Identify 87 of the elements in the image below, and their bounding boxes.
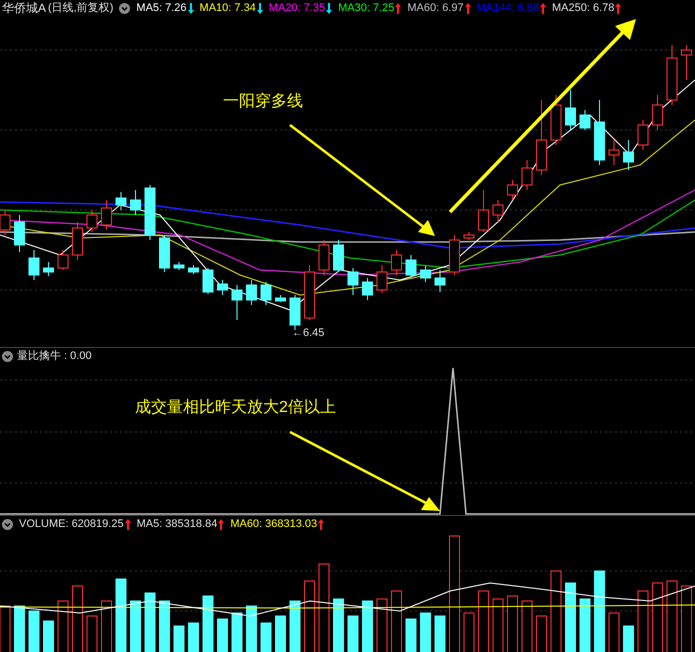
candlestick — [348, 268, 358, 296]
volume-bar — [434, 616, 446, 652]
candlestick — [275, 294, 286, 302]
volume-bar — [246, 606, 257, 652]
candlestick — [333, 240, 344, 272]
indicator-value: VOLUME: 620819.25 — [19, 516, 124, 532]
volume-bar — [362, 600, 373, 652]
candlestick — [202, 268, 214, 294]
volume-bar — [580, 598, 590, 652]
annotation-text: 一阳穿多线 — [223, 92, 303, 112]
candlestick — [318, 240, 330, 276]
candlestick — [608, 140, 620, 166]
candlestick — [478, 190, 489, 232]
volume-bar — [406, 618, 416, 652]
candlestick — [260, 282, 272, 306]
candlestick — [652, 94, 663, 130]
candlestick — [406, 254, 416, 278]
candlestick — [116, 192, 126, 210]
candlestick — [449, 234, 460, 276]
candlestick — [14, 214, 25, 252]
candlestick — [550, 94, 562, 146]
indicator-value: MA30: 7.25 — [338, 0, 394, 16]
candlestick — [304, 264, 315, 320]
volume-bar — [43, 620, 54, 652]
volume-bar — [188, 622, 199, 652]
candlestick — [28, 250, 40, 280]
indicator-title: 量比擒牛 : 0.00 — [17, 348, 92, 364]
indicator-value: MA144: 6.88 — [476, 0, 539, 16]
candlestick — [376, 264, 388, 294]
candlestick — [638, 120, 648, 150]
volume-bar — [28, 610, 40, 652]
volume-bar — [565, 582, 576, 652]
volume-bar — [348, 616, 358, 652]
volume-bar — [260, 622, 272, 652]
candlestick — [72, 222, 83, 260]
volume-bar — [623, 626, 634, 652]
candlestick — [86, 210, 98, 232]
volume-bar — [174, 626, 184, 652]
volume-bar — [159, 600, 170, 652]
candlestick — [580, 110, 590, 130]
volume-bar — [202, 596, 214, 652]
candlestick — [666, 44, 678, 106]
candlestick — [159, 234, 170, 272]
volume-bar — [14, 606, 25, 652]
volume-bar — [275, 616, 286, 652]
indicator-value: MA20: 7.35 — [268, 0, 326, 16]
candlestick — [434, 270, 446, 292]
candlestick — [420, 266, 431, 282]
volume-bar — [290, 600, 300, 652]
candlestick — [391, 250, 402, 276]
candlestick — [594, 100, 605, 166]
candlestick — [464, 232, 474, 240]
indicator-value: MA5: 7.26 — [136, 0, 187, 16]
low-price-label: ←6.45 — [292, 326, 324, 341]
chart-mode-label: (日线,前复权) — [48, 0, 114, 16]
volume-bar — [217, 618, 228, 652]
volume-bar — [144, 592, 156, 652]
candlestick — [522, 160, 532, 190]
candlestick — [565, 90, 576, 130]
candlestick — [507, 180, 518, 200]
indicator-value: MA250: 6.78 — [552, 0, 614, 16]
indicator-value: MA60: 368313.03 — [230, 516, 318, 532]
volume-bar — [333, 598, 344, 652]
candlestick — [362, 278, 373, 300]
chevron-down-icon[interactable] — [2, 518, 13, 530]
stock-title: 华侨城A — [2, 0, 46, 17]
volume-bar — [130, 600, 141, 652]
chevron-down-icon[interactable] — [2, 350, 13, 362]
candlestick — [130, 190, 141, 216]
candlestick — [217, 280, 228, 296]
chevron-down-icon[interactable] — [119, 2, 130, 14]
annotation-text: 成交量相比昨天放大2倍以上 — [135, 398, 336, 418]
candlestick — [681, 44, 692, 80]
candlestick — [246, 280, 257, 306]
candlestick — [623, 140, 634, 170]
indicator-value: MA10: 7.34 — [200, 0, 256, 16]
candlestick — [101, 200, 112, 230]
candlestick — [144, 184, 156, 240]
candlestick — [188, 264, 199, 274]
volume-bar — [420, 612, 431, 652]
candlestick — [492, 200, 504, 222]
volume-bar — [232, 612, 242, 652]
candlestick — [232, 284, 242, 320]
indicator-value: MA60: 6.97 — [407, 0, 464, 16]
candlestick — [58, 250, 68, 270]
indicator-value: MA5: 385318.84 — [136, 516, 218, 532]
candlestick — [43, 262, 54, 276]
